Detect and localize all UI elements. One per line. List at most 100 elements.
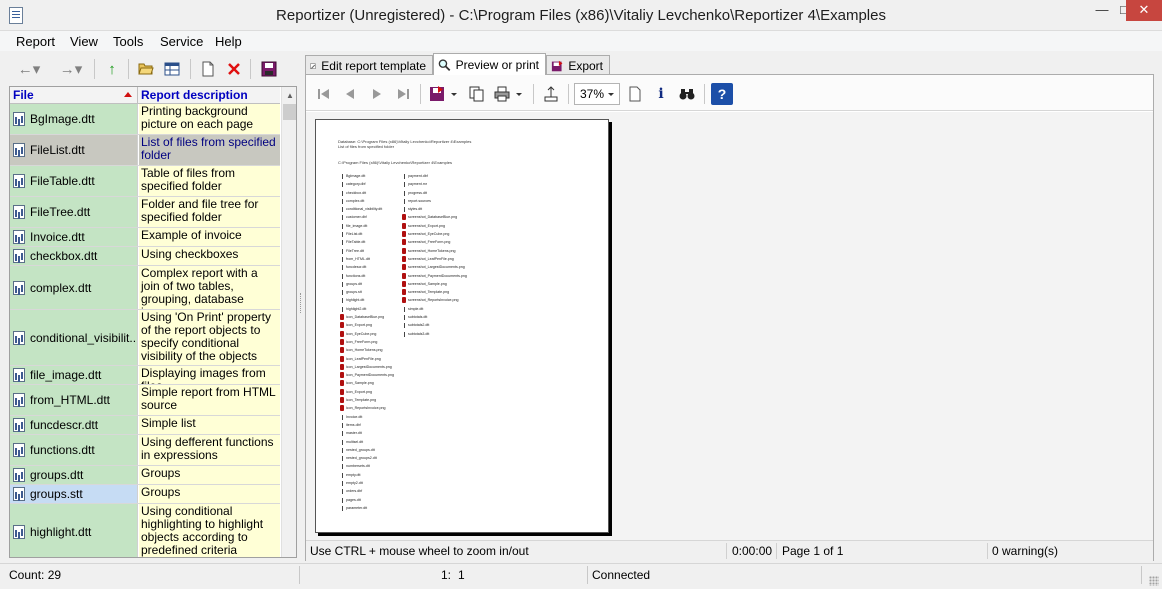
info-icon: i [658, 86, 664, 102]
page-file-entry: nested_groups.dtt [340, 446, 394, 454]
toolbar-separator [568, 84, 569, 104]
page-file-entry: screenshot_DatabaseBlue.png [402, 213, 467, 221]
page-file-entry: styles.dtt [402, 205, 467, 213]
new-report-button[interactable] [196, 57, 220, 81]
copy-button[interactable] [466, 83, 488, 105]
page-file-entry: nested_groups2.dtt [340, 454, 394, 462]
table-row[interactable]: Invoice.dtt Example of invoice [10, 228, 280, 247]
report-file-icon [13, 249, 25, 263]
warning-count: 0 warning(s) [992, 544, 1059, 558]
table-view-button[interactable] [160, 57, 184, 81]
next-page-button[interactable] [366, 83, 388, 105]
table-row[interactable]: file_image.dtt Displaying images from fil… [10, 366, 280, 385]
export-icon [551, 60, 563, 71]
previous-page-icon [346, 89, 354, 99]
tab-preview-or-print[interactable]: Preview or print [433, 53, 546, 75]
page-file-entry: screenshot_LeafPenFile.png [402, 255, 467, 263]
table-row[interactable]: complex.dtt Complex report with a join of… [10, 266, 280, 310]
scroll-up-icon[interactable]: ▲ [282, 87, 296, 104]
open-folder-button[interactable] [134, 57, 158, 81]
toolbar-separator [190, 59, 191, 79]
page-file-entry: screenshot_ReportsInvoice.png [402, 296, 467, 304]
page-file-entry: groups.stt [340, 288, 394, 296]
report-file-icon [13, 368, 25, 382]
save-output-button[interactable] [427, 83, 461, 105]
last-page-button[interactable] [392, 83, 414, 105]
page-file-entry: screenshot_EyeCube.png [402, 230, 467, 238]
help-button[interactable]: ? [711, 83, 733, 105]
previous-page-button[interactable] [339, 83, 361, 105]
file-name: groups.dtt [30, 468, 84, 482]
file-name: highlight.dtt [30, 524, 92, 539]
copy-icon [469, 86, 484, 102]
page-file-entry: pages.dtt [340, 496, 394, 504]
delete-report-button[interactable] [222, 57, 246, 81]
report-file-icon [13, 280, 25, 295]
page-file-entry: icon_ReportsInvoice.png [340, 404, 394, 412]
folder-open-icon [138, 63, 154, 75]
panel-splitter[interactable] [298, 53, 303, 561]
file-description: Folder and file tree for specified folde… [139, 197, 280, 227]
resize-grip-icon[interactable] [1149, 576, 1159, 586]
tab-edit-report-template[interactable]: Edit report template [305, 55, 433, 75]
toolbar-separator [704, 84, 705, 104]
page-file-entry: highlight.dtt [340, 296, 394, 304]
page-file-entry: progress.dtt [402, 189, 467, 197]
first-page-button[interactable] [313, 83, 335, 105]
page-setup-button[interactable] [540, 83, 562, 105]
forward-button[interactable]: →▾ [52, 57, 90, 81]
table-row[interactable]: highlight.dtt Using conditional highlight… [10, 504, 280, 557]
page-file-entry: screenshot_Export.png [402, 222, 467, 230]
find-button[interactable] [676, 83, 698, 105]
cursor-column: 1 [458, 568, 465, 582]
menu-report[interactable]: Report [16, 34, 55, 49]
info-button[interactable]: i [650, 83, 672, 105]
menu-help[interactable]: Help [215, 34, 242, 49]
file-description: Using 'On Print' property of the report … [139, 310, 280, 365]
table-row[interactable]: conditional_visibilit... Using 'On Print'… [10, 310, 280, 366]
tab-export[interactable]: Export [546, 55, 610, 75]
zoom-hint: Use CTRL + mouse wheel to zoom in/out [310, 544, 529, 558]
save-button[interactable] [257, 57, 281, 81]
page-file-entry: from_HTML.dtt [340, 255, 394, 263]
table-row[interactable]: FileTree.dtt Folder and file tree for spe… [10, 197, 280, 228]
page-file-entry: file_image.dtt [340, 222, 394, 230]
preview-canvas[interactable]: Database: C:\Program Files (x86)\Vitaliy… [306, 112, 1153, 540]
page-file-entry: BgImage.dtt [340, 172, 394, 180]
column-header-description[interactable]: Report description [139, 87, 280, 104]
table-row[interactable]: BgImage.dtt Printing background picture o… [10, 104, 280, 135]
menu-view[interactable]: View [70, 34, 98, 49]
page-file-entry: empty.dtt [340, 471, 394, 479]
menu-bar: Report View Tools Service Help [0, 31, 1162, 51]
table-row[interactable]: groups.stt Groups [10, 485, 280, 504]
status-bar: Count: 29 1: 1 Connected [0, 563, 1162, 589]
whole-page-button[interactable] [624, 83, 646, 105]
report-file-icon [13, 418, 25, 432]
column-header-file[interactable]: File [10, 87, 138, 104]
menu-tools[interactable]: Tools [113, 34, 143, 49]
table-row[interactable]: groups.dtt Groups [10, 466, 280, 485]
table-row[interactable]: functions.dtt Using defferent functions i… [10, 435, 280, 466]
table-row[interactable]: from_HTML.dtt Simple report from HTML sou… [10, 385, 280, 416]
file-list-rows: BgImage.dtt Printing background picture o… [10, 104, 280, 557]
print-button[interactable] [492, 83, 526, 105]
file-name: complex.dtt [30, 280, 92, 295]
report-file-icon [13, 443, 25, 457]
table-row[interactable]: FileTable.dtt Table of files from specifi… [10, 166, 280, 197]
page-file-entry: screenshot_HomeTokens.png [402, 247, 467, 255]
page-file-entry: icon_DatabaseBlue.png [340, 313, 394, 321]
zoom-select[interactable]: 37% [574, 83, 620, 105]
scrollbar-thumb[interactable] [283, 104, 296, 120]
table-row[interactable]: FileList.dtt List of files from specified… [10, 135, 280, 166]
page-file-entry: numbersets.dtt [340, 462, 394, 470]
up-folder-button[interactable]: ↑ [100, 57, 124, 81]
report-file-list[interactable]: File Report description BgImage.dtt Print… [9, 86, 297, 558]
table-row[interactable]: checkbox.dtt Using checkboxes [10, 247, 280, 266]
table-row[interactable]: funcdescr.dtt Simple list [10, 416, 280, 435]
back-button[interactable]: ←▾ [10, 57, 48, 81]
menu-service[interactable]: Service [160, 34, 203, 49]
file-name: functions.dtt [30, 443, 95, 457]
close-button[interactable]: ✕ [1126, 0, 1162, 21]
file-list-scrollbar[interactable]: ▲ [281, 87, 296, 557]
toolbar-separator [250, 59, 251, 79]
